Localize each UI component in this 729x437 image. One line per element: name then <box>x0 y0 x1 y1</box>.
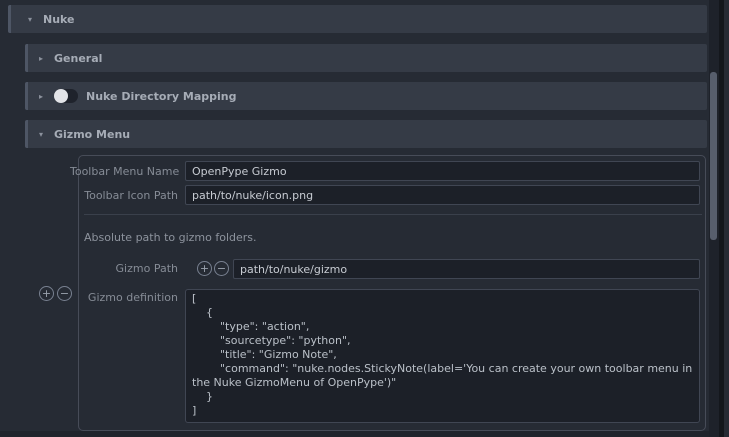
chevron-down-icon[interactable]: ▾ <box>25 15 35 24</box>
section-label-nuke: Nuke <box>43 13 75 26</box>
section-header-general[interactable]: ▸ General <box>25 44 707 72</box>
chevron-right-icon[interactable]: ▸ <box>36 92 46 101</box>
outer-scroll-area <box>724 0 729 437</box>
gizmo-path-label: Gizmo Path <box>70 262 178 275</box>
gizmo-path-input[interactable] <box>233 259 700 279</box>
section-header-nuke[interactable]: ▾ Nuke <box>8 5 707 33</box>
section-label-general: General <box>54 52 102 65</box>
gizmo-definition-textarea[interactable]: [ { "type": "action", "sourcetype": "pyt… <box>185 289 700 423</box>
remove-path-button[interactable]: − <box>214 261 229 276</box>
toggle-knob <box>54 89 68 103</box>
chevron-down-icon[interactable]: ▾ <box>36 130 46 139</box>
vertical-scrollbar-thumb[interactable] <box>710 72 717 240</box>
content-bottom-edge <box>0 431 709 437</box>
enable-toggle[interactable] <box>54 89 78 103</box>
section-header-nuke-directory-mapping[interactable]: ▸ Nuke Directory Mapping <box>25 82 707 110</box>
toolbar-icon-path-input[interactable] <box>185 185 700 205</box>
toolbar-menu-name-input[interactable] <box>185 161 700 181</box>
add-item-button[interactable]: + <box>39 286 54 301</box>
gizmo-path-note: Absolute path to gizmo folders. <box>84 231 257 244</box>
section-label-nuke-directory-mapping: Nuke Directory Mapping <box>86 90 237 103</box>
chevron-right-icon[interactable]: ▸ <box>36 54 46 63</box>
toolbar-menu-name-label: Toolbar Menu Name <box>70 165 178 178</box>
section-header-gizmo-menu[interactable]: ▾ Gizmo Menu <box>25 120 707 148</box>
settings-page: ▾ Nuke ▸ General ▸ Nuke Directory Mappin… <box>0 0 729 437</box>
add-path-button[interactable]: + <box>197 261 212 276</box>
section-label-gizmo-menu: Gizmo Menu <box>54 128 130 141</box>
toolbar-icon-path-label: Toolbar Icon Path <box>70 189 178 202</box>
divider <box>84 214 702 215</box>
gizmo-definition-label: Gizmo definition <box>70 291 178 304</box>
